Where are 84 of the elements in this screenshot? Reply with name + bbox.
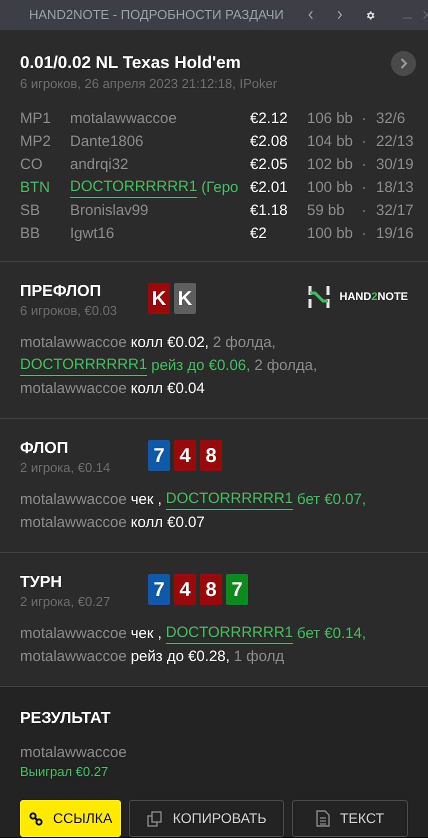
forward-icon[interactable] <box>337 8 343 22</box>
playing-card: 8 <box>200 440 222 471</box>
winner-name: motalawwaccoe <box>20 743 128 763</box>
action-button[interactable]: ССЫЛКА <box>20 800 122 837</box>
player-stack: €2 <box>250 224 268 244</box>
player-bb: 100 bb <box>307 224 351 244</box>
player-bb: 59 bb <box>307 201 346 221</box>
player-position: BB <box>20 224 42 244</box>
copy-icon <box>146 810 163 826</box>
action-button[interactable]: КОПИРОВАТЬ <box>129 800 284 837</box>
player-name[interactable]: DOCTORRRRRR1 <box>166 488 294 510</box>
logo-icon <box>308 286 330 308</box>
action-text: чек , <box>130 624 162 644</box>
action-text: бет €0.07, <box>297 490 366 510</box>
player-position: SB <box>20 201 42 221</box>
player-name[interactable]: motalawwaccoe <box>20 645 127 668</box>
action-button[interactable]: ТЕКСТ <box>292 800 408 837</box>
logo-text: HAND2NOTE <box>340 290 408 305</box>
player-name[interactable]: Bronislav99 <box>70 199 250 222</box>
player-stats: 18/13 <box>376 178 414 198</box>
action-text: 1 фолд <box>234 647 284 667</box>
player-name[interactable]: DOCTORRRRRR1 <box>70 176 198 198</box>
playing-card: 4 <box>174 574 196 605</box>
player-bb: 102 bb <box>307 155 351 175</box>
player-stack: €2.08 <box>250 132 289 152</box>
player-stats: 30/19 <box>376 155 414 175</box>
player-name[interactable]: motalawwaccoe <box>20 377 127 400</box>
player-stack: €2.01 <box>250 178 289 198</box>
action-text: 2 фолда, <box>254 356 318 376</box>
player-stack: €1.18 <box>250 201 289 221</box>
player-stats: 32/6 <box>376 109 406 129</box>
player-bb: 100 bb <box>307 178 351 198</box>
player-name[interactable]: motalawwaccoe <box>20 622 127 645</box>
player-name[interactable]: Dante1806 <box>70 130 250 153</box>
street-title: ФЛОП <box>20 439 70 459</box>
street-title: ТУРН <box>20 573 63 593</box>
hand-title: 0.01/0.02 NL Texas Hold'em <box>20 52 242 74</box>
player-stack: €2.12 <box>250 109 289 129</box>
playing-card: 8 <box>200 574 222 605</box>
back-icon[interactable] <box>308 8 314 22</box>
action-text: чек , <box>130 490 162 510</box>
hand-subtitle: 6 игроков, 26 апреля 2023 21:12:18, IPoker <box>20 75 278 93</box>
player-name[interactable]: motalawwaccoe <box>70 107 250 130</box>
next-hand-icon[interactable] <box>391 51 416 76</box>
player-name[interactable]: DOCTORRRRRR1 <box>20 354 148 376</box>
player-name[interactable]: motalawwaccoe <box>20 331 127 354</box>
action-text: 2 фолда, <box>212 333 276 353</box>
win-amount: Выиграл €0.27 <box>20 763 110 781</box>
street-subtitle: 6 игроков, €0.03 <box>20 302 118 319</box>
window-title: HAND2NOTE - ПОДРОБНОСТИ РАЗДАЧИ <box>29 6 284 24</box>
action-text: рейз до €0.28, <box>130 647 230 667</box>
player-position: MP2 <box>20 132 52 152</box>
hero-label: (Геро <box>201 178 238 198</box>
playing-card: 7 <box>226 574 248 605</box>
player-stats: 32/17 <box>376 201 414 221</box>
player-position: CO <box>20 155 44 175</box>
playing-card: K <box>174 283 196 314</box>
player-name[interactable]: andrqi32 <box>70 153 250 176</box>
result-title: РЕЗУЛЬТАТ <box>20 709 112 729</box>
player-stats: 19/16 <box>376 224 414 244</box>
action-text: колл €0.02, <box>130 333 209 353</box>
player-bb: 106 bb <box>307 109 351 129</box>
link-icon <box>28 812 43 826</box>
player-name[interactable]: DOCTORRRRRR1 <box>166 622 294 644</box>
action-text: бет €0.14, <box>297 624 366 644</box>
action-text: колл €0.07 <box>130 513 205 533</box>
player-stats: 22/13 <box>376 132 414 152</box>
street-title: ПРЕФЛОП <box>20 282 102 302</box>
action-text: рейз до €0.06, <box>151 356 250 376</box>
player-position: MP1 <box>20 109 52 129</box>
playing-card: 7 <box>148 440 170 471</box>
player-name[interactable]: motalawwaccoe <box>20 488 127 511</box>
player-position: BTN <box>20 178 51 198</box>
street-subtitle: 2 игрока, €0.14 <box>20 459 112 476</box>
playing-card: K <box>148 283 170 314</box>
document-icon <box>316 810 330 827</box>
player-name[interactable]: motalawwaccoe <box>20 511 127 534</box>
player-name[interactable]: Igwt16 <box>70 222 250 245</box>
street-subtitle: 2 игрока, €0.27 <box>20 593 112 610</box>
playing-card: 7 <box>148 574 170 605</box>
player-bb: 104 bb <box>307 132 351 152</box>
player-stack: €2.05 <box>250 155 289 175</box>
playing-card: 4 <box>174 440 196 471</box>
action-text: колл €0.04 <box>130 379 205 399</box>
